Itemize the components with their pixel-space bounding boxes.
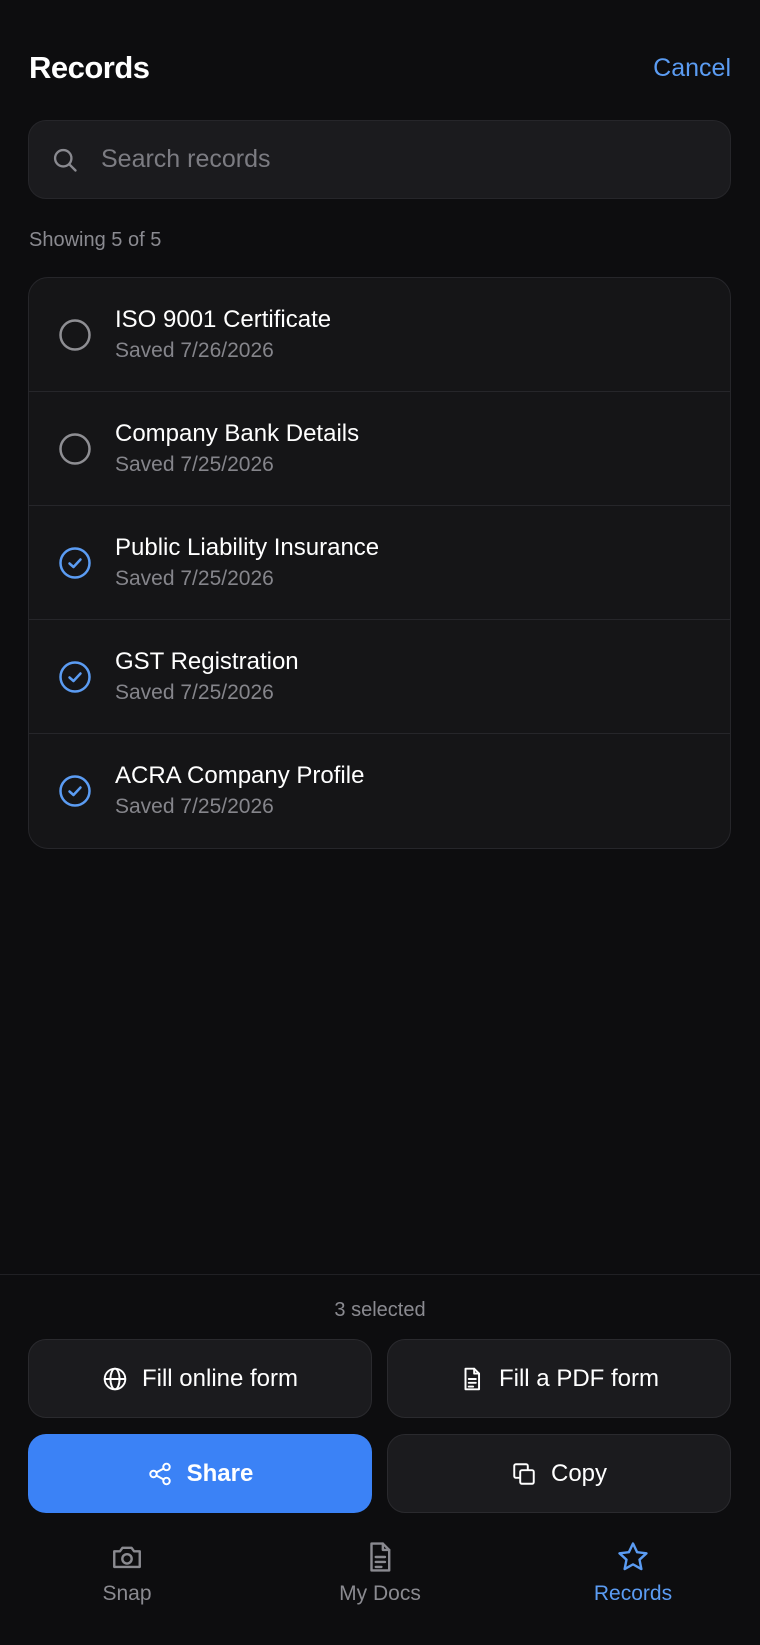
list-item[interactable]: GST Registration Saved 7/25/2026 — [29, 620, 730, 734]
tab-my-docs[interactable]: My Docs — [300, 1540, 460, 1606]
record-text: GST Registration Saved 7/25/2026 — [115, 647, 299, 707]
bottom-tab-bar: Snap My Docs Records — [0, 1540, 760, 1635]
list-item[interactable]: ACRA Company Profile Saved 7/25/2026 — [29, 734, 730, 848]
record-title: Company Bank Details — [115, 419, 360, 447]
fill-pdf-form-button[interactable]: Fill a PDF form — [387, 1339, 731, 1418]
camera-icon — [110, 1540, 144, 1574]
search-input[interactable] — [99, 144, 710, 175]
fill-online-form-label: Fill online form — [141, 1364, 299, 1392]
record-title: Public Liability Insurance — [115, 533, 380, 561]
record-text: Public Liability Insurance Saved 7/25/20… — [115, 533, 379, 593]
checkbox-unchecked-icon[interactable] — [58, 318, 92, 352]
document-icon — [363, 1540, 397, 1574]
star-icon — [616, 1540, 650, 1574]
list-item[interactable]: Company Bank Details Saved 7/25/2026 — [29, 392, 730, 506]
record-date: Saved 7/25/2026 — [115, 452, 274, 476]
checkbox-checked-icon[interactable] — [58, 774, 92, 808]
fill-online-form-button[interactable]: Fill online form — [28, 1339, 372, 1418]
record-date: Saved 7/25/2026 — [115, 566, 274, 590]
search-bar[interactable] — [28, 120, 731, 199]
tab-records[interactable]: Records — [553, 1540, 713, 1606]
record-text: Company Bank Details Saved 7/25/2026 — [115, 419, 359, 479]
share-icon — [147, 1461, 173, 1487]
search-icon — [51, 146, 79, 174]
share-button[interactable]: Share — [28, 1434, 372, 1513]
record-title: GST Registration — [115, 647, 299, 675]
checkbox-unchecked-icon[interactable] — [58, 432, 92, 466]
copy-icon — [511, 1461, 537, 1487]
record-title: ISO 9001 Certificate — [115, 305, 332, 333]
header: Records Cancel — [29, 44, 731, 92]
tab-snap[interactable]: Snap — [47, 1540, 207, 1606]
action-panel-divider — [0, 1274, 760, 1275]
record-date: Saved 7/25/2026 — [115, 795, 274, 818]
checkbox-checked-icon[interactable] — [58, 660, 92, 694]
tab-label: Snap — [102, 1582, 152, 1605]
record-date: Saved 7/26/2026 — [115, 338, 274, 362]
selected-count: 3 selected — [334, 1299, 426, 1321]
record-text: ACRA Company Profile Saved 7/25/2026 — [115, 761, 364, 821]
record-text: ISO 9001 Certificate Saved 7/26/2026 — [115, 305, 331, 365]
globe-icon — [102, 1366, 128, 1392]
fill-pdf-form-label: Fill a PDF form — [498, 1364, 659, 1392]
tab-label: My Docs — [339, 1582, 421, 1605]
record-date: Saved 7/25/2026 — [115, 680, 274, 704]
copy-button[interactable]: Copy — [387, 1434, 731, 1513]
list-item[interactable]: Public Liability Insurance Saved 7/25/20… — [29, 506, 730, 620]
records-list: ISO 9001 Certificate Saved 7/26/2026 Com… — [28, 277, 731, 849]
page-title: Records — [29, 50, 150, 85]
document-icon — [459, 1366, 485, 1392]
copy-label: Copy — [550, 1459, 608, 1487]
tab-label: Records — [593, 1582, 673, 1605]
cancel-button[interactable]: Cancel — [653, 54, 731, 83]
list-item[interactable]: ISO 9001 Certificate Saved 7/26/2026 — [29, 278, 730, 392]
record-title: ACRA Company Profile — [115, 762, 365, 789]
checkbox-checked-icon[interactable] — [58, 546, 92, 580]
results-count: Showing 5 of 5 — [29, 229, 162, 251]
share-label: Share — [186, 1459, 254, 1487]
